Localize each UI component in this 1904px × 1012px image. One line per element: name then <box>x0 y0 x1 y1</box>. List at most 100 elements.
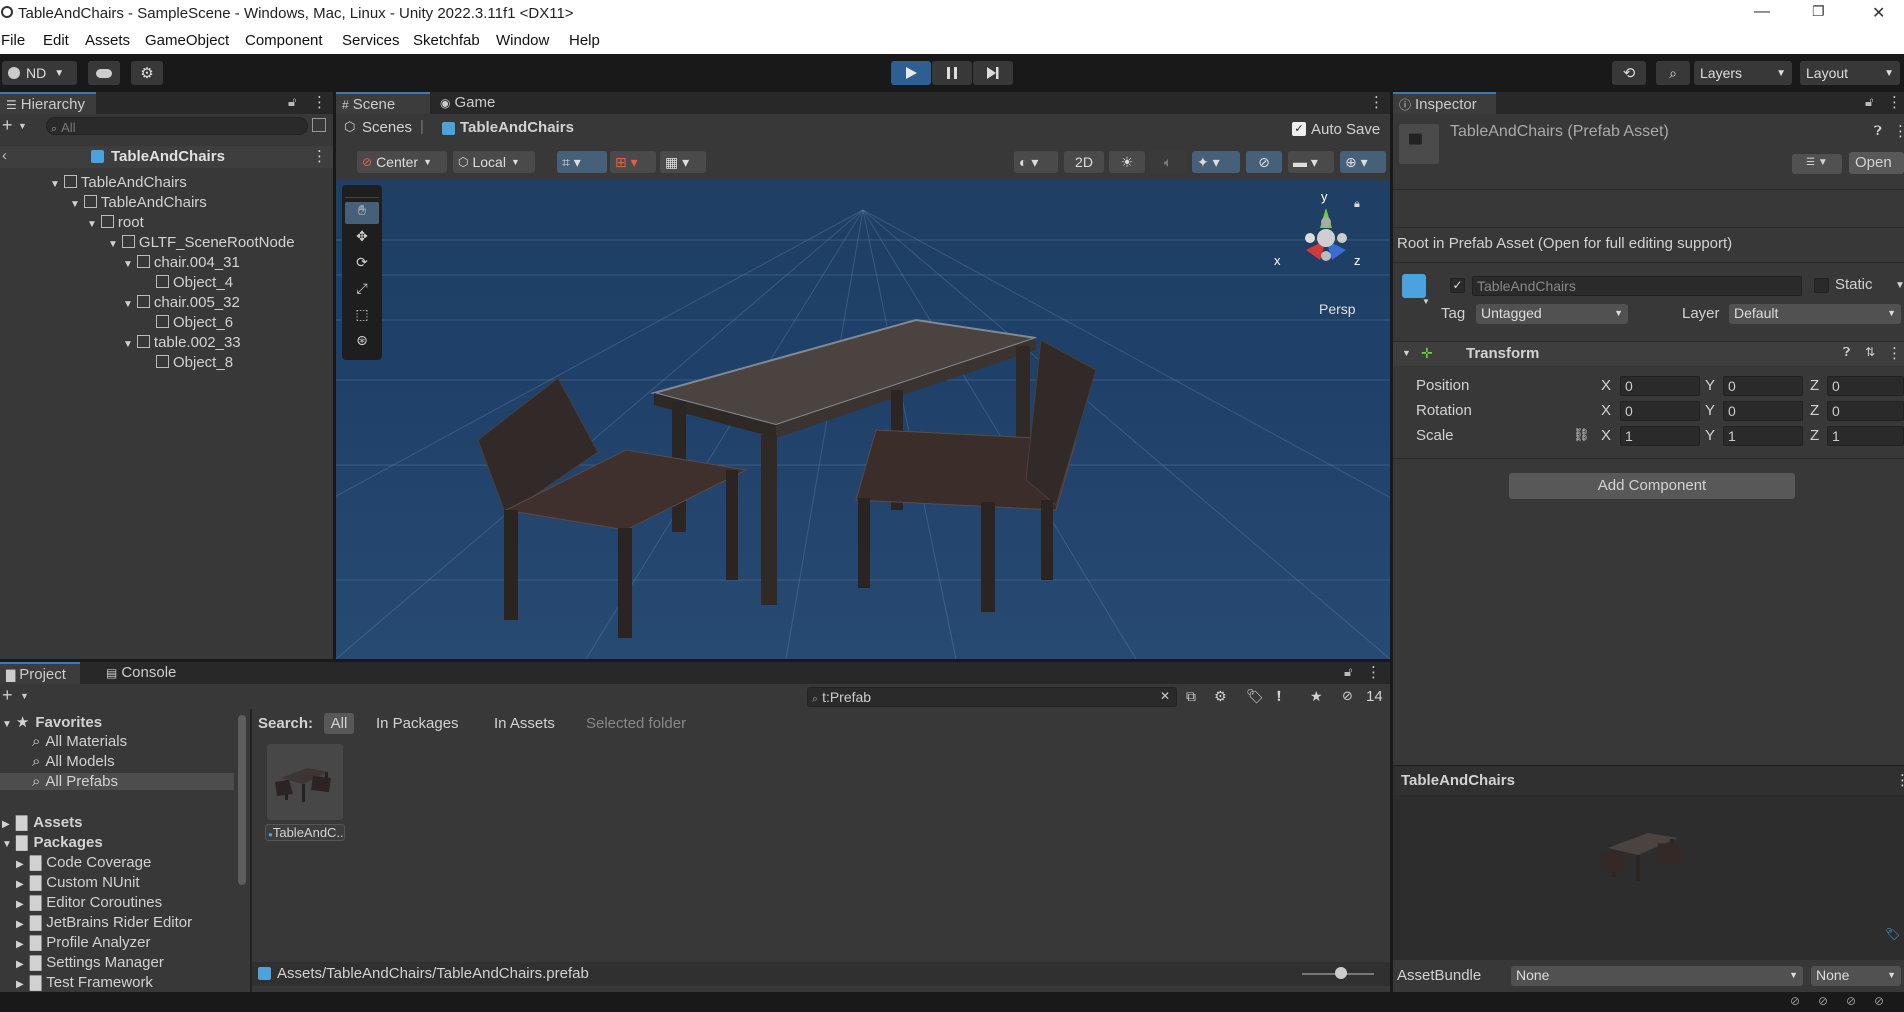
breadcrumb-current[interactable]: TableAndChairs <box>460 119 574 136</box>
tree-item[interactable]: ▼ TableAndChairs <box>50 174 187 191</box>
chevron-down-icon[interactable]: ▼ <box>1895 280 1904 291</box>
rotate-tool-icon[interactable]: ⟳ <box>345 254 379 276</box>
hierarchy-search-input[interactable]: ⌕ All <box>46 117 308 135</box>
restore-button[interactable]: ❐ <box>1812 3 1825 20</box>
grid-visibility-button[interactable]: ▦ ▾ <box>660 151 706 173</box>
scale-tool-icon[interactable]: ⤢ <box>345 280 379 302</box>
hand-tool-icon[interactable]: ✋︎ <box>345 202 379 224</box>
layout-dropdown[interactable]: Layout ▼ <box>1800 61 1900 85</box>
tree-item[interactable]: Object_6 <box>156 314 233 331</box>
tree-item-favorites[interactable]: ▼ ★ Favorites <box>2 713 102 731</box>
position-z-field[interactable]: 0 <box>1827 376 1904 396</box>
assetbundle-dropdown[interactable]: None ▼ <box>1511 966 1803 986</box>
clear-search-icon[interactable]: ✕ <box>1160 689 1170 703</box>
lock-icon[interactable]: 🔓︎ <box>1344 664 1352 680</box>
preview-header[interactable]: TableAndChairs ⋮ <box>1393 765 1904 795</box>
transform-tool-icon[interactable]: ⊛ <box>345 332 379 354</box>
effects-dropdown[interactable]: ✦ ▾ <box>1192 151 1240 173</box>
breadcrumb-root[interactable]: Scenes <box>362 119 412 136</box>
audio-button[interactable]: 🔈︎ <box>1150 151 1186 173</box>
rotation-z-field[interactable]: 0 <box>1827 401 1904 421</box>
shading-mode-dropdown[interactable]: ◐ ▾ <box>1014 151 1058 173</box>
tab-hierarchy[interactable]: ☰ Hierarchy <box>0 92 96 114</box>
step-button[interactable] <box>973 61 1013 85</box>
link-icon[interactable]: ⛓ <box>1573 427 1590 443</box>
rotation-x-field[interactable]: 0 <box>1620 401 1700 421</box>
more-options-icon[interactable]: ⋮ <box>312 93 327 111</box>
tab-inspector[interactable]: ⓘ Inspector <box>1393 92 1496 114</box>
help-icon[interactable]: ❓︎ <box>1874 123 1882 139</box>
undo-history-button[interactable]: ⟲ <box>1612 61 1646 85</box>
tab-game[interactable]: ◉ Game <box>434 92 514 114</box>
tree-item[interactable]: ▼ TableAndChairs <box>70 194 207 211</box>
scene-visibility-icon[interactable] <box>312 118 326 132</box>
status-icon[interactable]: ⊘ <box>1790 994 1800 1008</box>
menu-gameobject[interactable]: GameObject <box>145 32 229 49</box>
filter-type-icon[interactable]: ⚙ <box>1214 688 1227 705</box>
position-x-field[interactable]: 0 <box>1620 376 1700 396</box>
tree-item[interactable]: Object_8 <box>156 354 233 371</box>
package-item[interactable]: ▶ ▇ Editor Coroutines <box>16 893 162 911</box>
project-search-input[interactable]: ⌕ t:Prefab ✕ <box>807 687 1177 707</box>
menu-services[interactable]: Services <box>342 32 400 49</box>
preset-icon[interactable]: ⇅ <box>1865 345 1875 359</box>
log-filter-icon[interactable]: ❗︎ <box>1277 688 1281 705</box>
account-dropdown[interactable]: ND ▼ <box>2 61 77 85</box>
lighting-button[interactable]: ☀ <box>1109 151 1145 173</box>
add-icon[interactable]: + <box>2 115 13 136</box>
transform-header[interactable]: ▼ ✛ Transform ❓︎ ⇅ ⋮ <box>1393 342 1904 366</box>
tree-item[interactable]: ▼ chair.004_31 <box>123 254 240 271</box>
package-item[interactable]: ▶ ▇ Test Framework <box>16 973 153 991</box>
scope-all-button[interactable]: All <box>324 713 354 734</box>
more-options-icon[interactable]: ⋮ <box>312 147 327 165</box>
tab-project[interactable]: ▇ Project <box>0 662 80 684</box>
active-checkbox[interactable]: ✓ <box>1450 278 1465 293</box>
favorite-item[interactable]: ⌕ All Materials <box>32 733 127 750</box>
scale-x-field[interactable]: 1 <box>1620 426 1700 446</box>
pause-button[interactable] <box>932 61 972 85</box>
scene-viewport[interactable]: ✋︎ ✥ ⟳ ⤢ ⬚ ⊛ y x z 🔒︎ Persp <box>336 180 1390 659</box>
select-dropdown[interactable]: ☰ ▼ <box>1792 154 1842 174</box>
thumbnail-size-slider-handle[interactable] <box>1335 967 1347 979</box>
move-tool-icon[interactable]: ✥ <box>345 228 379 250</box>
menu-component[interactable]: Component <box>245 32 323 49</box>
pivot-dropdown[interactable]: ⊘ Center ▼ <box>357 151 447 173</box>
layers-dropdown[interactable]: Layers ▼ <box>1694 61 1792 85</box>
back-arrow-icon[interactable]: ‹ <box>2 147 7 164</box>
scope-selected-folder-button[interactable]: Selected folder <box>586 715 686 732</box>
scope-packages-button[interactable]: In Packages <box>376 715 459 732</box>
status-icon[interactable]: ⊘ <box>1818 994 1828 1008</box>
tree-item[interactable]: ▼ GLTF_SceneRootNode <box>108 234 295 251</box>
package-item[interactable]: ▶ ▇ Code Coverage <box>16 853 151 871</box>
position-y-field[interactable]: 0 <box>1723 376 1803 396</box>
menu-window[interactable]: Window <box>496 32 549 49</box>
space-dropdown[interactable]: ⬡ Local ▼ <box>453 151 535 173</box>
object-name-field[interactable]: TableAndChairs <box>1472 276 1802 296</box>
cloud-button[interactable] <box>88 61 120 85</box>
open-prefab-button[interactable]: Open <box>1849 152 1904 174</box>
more-options-icon[interactable]: ⋮ <box>1893 122 1904 140</box>
menu-edit[interactable]: Edit <box>43 32 69 49</box>
minimize-button[interactable]: — <box>1754 3 1770 21</box>
layer-dropdown[interactable]: Default ▼ <box>1729 304 1901 324</box>
add-icon[interactable]: + <box>2 685 13 706</box>
mode-2d-button[interactable]: 2D <box>1064 151 1104 173</box>
hidden-objects-button[interactable]: ⊘ <box>1246 151 1282 173</box>
collab-button[interactable]: ⚙ <box>131 61 163 85</box>
more-options-icon[interactable]: ⋮ <box>1887 344 1902 362</box>
add-component-button[interactable]: Add Component <box>1509 473 1795 499</box>
asset-tile[interactable]: ●TableAndC... <box>265 744 345 841</box>
more-options-icon[interactable]: ⋮ <box>1895 771 1904 789</box>
table-and-chairs-model[interactable] <box>336 180 1390 659</box>
tree-scrollbar[interactable] <box>238 715 246 885</box>
search-button[interactable]: ⌕ <box>1656 61 1690 85</box>
more-options-icon[interactable]: ⋮ <box>1366 663 1381 681</box>
menu-sketchfab[interactable]: Sketchfab <box>413 32 480 49</box>
lock-icon[interactable]: 🔓︎ <box>288 94 296 110</box>
tool-palette-handle[interactable] <box>345 188 379 198</box>
lock-icon[interactable]: 🔓︎ <box>1865 94 1873 110</box>
search-by-type-icon[interactable]: ⧉ <box>1186 688 1196 705</box>
favorite-item[interactable]: ⌕ All Prefabs <box>0 773 234 790</box>
tag-icon[interactable]: 🏷︎ <box>1885 927 1900 941</box>
package-item[interactable]: ▶ ▇ Settings Manager <box>16 953 164 971</box>
